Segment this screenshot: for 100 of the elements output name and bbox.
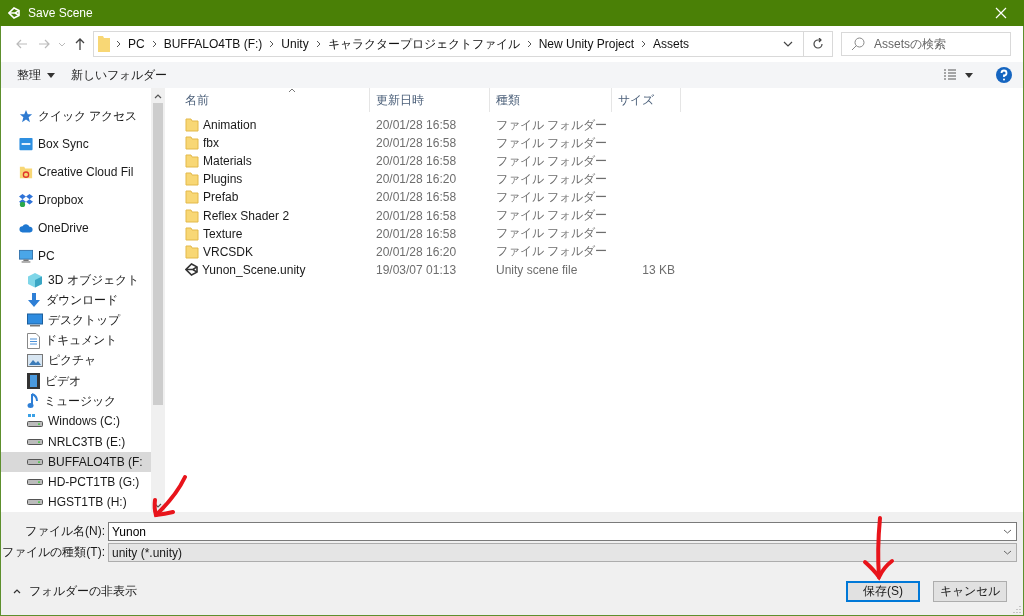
music-note-icon (27, 393, 39, 410)
document-icon (27, 332, 40, 349)
film-icon (27, 373, 40, 390)
save-button[interactable]: 保存(S) (846, 580, 920, 602)
monitor-icon (27, 313, 43, 328)
unity-logo-icon (8, 7, 20, 19)
date-cell-text: 20/01/28 16:58 (375, 208, 458, 223)
file-name[interactable]: VRCSDK (203, 244, 253, 259)
type-column-header[interactable]: 種類 (490, 88, 612, 112)
file-name[interactable]: Prefab (203, 190, 239, 205)
left-arrow-icon (16, 39, 28, 49)
file-type-dropdown[interactable]: unity (*.unity) (108, 543, 1017, 562)
date-cell-text: 20/01/28 16:20 (375, 244, 458, 259)
sidebar-item[interactable]: OneDrive (1, 214, 151, 242)
date-cell-text: 20/01/28 16:20 (375, 172, 458, 187)
breadcrumb-item[interactable]: Assets (653, 37, 690, 51)
sidebar-item[interactable]: 3D オブジェクト (1, 270, 151, 291)
size-column-header[interactable]: サイズ (612, 88, 681, 112)
unity-logo-icon (185, 263, 198, 277)
drive-icon (27, 478, 43, 485)
breadcrumb-item[interactable]: BUFFALO4TB (F:) (163, 37, 263, 51)
chevron-right-icon (526, 40, 532, 48)
close-icon (995, 7, 1007, 19)
caret-down-icon (965, 72, 973, 78)
sidebar-item[interactable]: Creative Cloud Fil (1, 158, 151, 186)
file-name[interactable]: Texture (203, 226, 243, 241)
sidebar-item[interactable]: NRLC3TB (E:) (1, 431, 151, 452)
name-column-header[interactable]: 名前 (165, 88, 370, 112)
new-folder-button[interactable]: 新しいフォルダー (63, 63, 175, 87)
chevron-down-icon (58, 41, 66, 47)
folder-icon (98, 36, 110, 52)
type-cell-text: ファイル フォルダー (495, 188, 609, 206)
field-label: ファイル名(N): (24, 523, 106, 540)
file-name[interactable]: Yunon_Scene.unity (202, 262, 306, 277)
sidebar-item[interactable]: ダウンロード (1, 290, 151, 311)
chevron-up-icon (13, 588, 21, 594)
sidebar-item[interactable]: Box Sync (1, 130, 151, 158)
breadcrumb-item[interactable]: Unity (281, 37, 309, 51)
folder-icon (185, 118, 199, 133)
sidebar-item[interactable]: ピクチャ (1, 350, 151, 371)
folder-icon (185, 190, 199, 205)
file-name[interactable]: Animation (203, 118, 257, 133)
folder-icon (185, 208, 199, 223)
chevron-up-icon (154, 94, 162, 99)
sidebar-item[interactable]: ドキュメント (1, 330, 151, 351)
type-cell-text: ファイル フォルダー (495, 243, 609, 261)
cancel-button[interactable]: キャンセル (933, 580, 1007, 602)
file-name[interactable]: Reflex Shader 2 (203, 208, 290, 223)
folder-icon (185, 244, 199, 259)
picture-icon (27, 354, 43, 368)
sidebar-item[interactable]: クイック アクセス (1, 102, 151, 130)
search-icon (851, 37, 865, 51)
help-button[interactable] (995, 66, 1013, 84)
size-cell: 13 KB (642, 262, 675, 277)
scrollbar[interactable] (151, 88, 165, 512)
chevron-right-icon (116, 40, 121, 48)
drive-icon (27, 499, 43, 506)
breadcrumb-item[interactable]: キャラクタープロジェクトファイル (327, 35, 520, 53)
refresh-button[interactable] (803, 31, 833, 57)
sidebar-item[interactable]: PC (1, 242, 151, 270)
sidebar-item[interactable]: Dropbox (1, 186, 151, 214)
sidebar-item[interactable]: BUFFALO4TB (F: (1, 451, 151, 472)
filename-field[interactable]: Yunon (108, 522, 1017, 541)
sidebar-item[interactable]: HGST1TB (H:) (1, 492, 151, 512)
chevron-down-icon (1003, 529, 1012, 534)
sort-up-icon (288, 88, 296, 93)
type-cell-text: ファイル フォルダー (495, 152, 609, 170)
sidebar-item[interactable]: ミュージック (1, 391, 151, 412)
organize-menu-button[interactable]: 整理 (9, 63, 63, 87)
cloud-icon (19, 222, 33, 234)
hide-folders-button[interactable]: フォルダーの非表示 (1, 582, 137, 600)
drive-icon (27, 458, 43, 465)
folder-icon (185, 136, 199, 151)
file-name[interactable]: Materials (203, 154, 252, 169)
field-label: ファイルの種類(T): (1, 544, 106, 561)
sidebar-item[interactable]: HD-PCT1TB (G:) (1, 471, 151, 493)
sidebar-item[interactable]: デスクトップ (1, 310, 151, 331)
date-cell-text: 20/01/28 16:58 (375, 226, 458, 241)
breadcrumb-item[interactable]: New Unity Project (538, 37, 635, 51)
date-column-header[interactable]: 更新日時 (370, 88, 490, 112)
type-cell-text: ファイル フォルダー (495, 170, 609, 188)
type-cell-text: ファイル フォルダー (495, 134, 609, 152)
address-bar[interactable]: PC BUFFALO4TB (F:) Unity キャラクタープロジェクトファイル New Unity Project Assets (93, 31, 803, 57)
file-name[interactable]: Plugins (203, 172, 243, 187)
folder-icon (185, 226, 199, 241)
scrollbar-thumb[interactable] (153, 103, 163, 405)
cube-icon (27, 272, 43, 289)
dropbox-icon (19, 192, 33, 208)
type-cell-text: ファイル フォルダー (495, 207, 609, 224)
file-name[interactable]: fbx (203, 136, 219, 151)
box-icon (19, 136, 33, 152)
breadcrumb-item[interactable]: PC (128, 37, 145, 51)
sidebar-item[interactable]: Windows (C:) (1, 411, 151, 432)
caret-down-icon (47, 72, 55, 78)
type-cell-text: ファイル フォルダー (495, 225, 609, 243)
annotation-arrow (862, 515, 896, 581)
search-field[interactable]: Assetsの検索 (841, 32, 1011, 56)
sidebar-item[interactable]: ビデオ (1, 370, 151, 392)
drive-icon (27, 438, 43, 445)
date-cell-text: 20/01/28 16:58 (375, 136, 458, 151)
